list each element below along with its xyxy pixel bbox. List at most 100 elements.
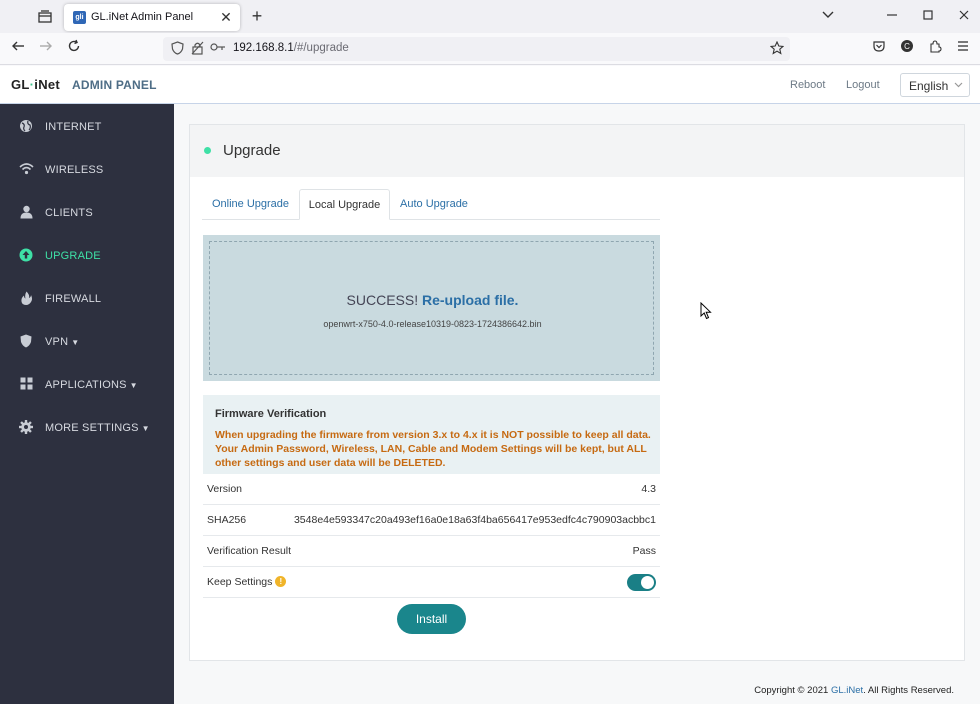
wifi-icon — [18, 162, 34, 178]
sidebar-item-firewall[interactable]: FIREWALL — [0, 282, 174, 316]
bookmark-star-icon[interactable] — [769, 40, 785, 57]
account-icon[interactable]: C — [897, 39, 917, 59]
status-dot — [204, 147, 211, 154]
tab-list-icon[interactable] — [36, 8, 54, 26]
caret-down-icon: ▼ — [141, 424, 150, 433]
tab-title: GL.iNet Admin Panel — [91, 11, 194, 23]
sidebar-item-clients[interactable]: CLIENTS — [0, 196, 174, 230]
upload-success-text: SUCCESS! — [346, 292, 419, 308]
page-title: Upgrade — [223, 142, 281, 159]
menu-icon[interactable] — [953, 39, 973, 59]
dropzone-border: SUCCESS! Re-upload file. openwrt-x750-4.… — [209, 241, 654, 375]
new-tab-button[interactable]: + — [247, 6, 267, 26]
key-icon[interactable] — [210, 41, 226, 57]
reboot-link[interactable]: Reboot — [790, 79, 825, 91]
maximize-icon[interactable] — [918, 6, 938, 26]
version-row: Version 4.3 — [203, 474, 660, 505]
extensions-icon[interactable] — [925, 39, 945, 59]
sidebar-item-vpn[interactable]: VPN ▼ — [0, 325, 174, 359]
logo[interactable]: GL·iNet — [11, 77, 60, 92]
verification-title: Firmware Verification — [215, 408, 327, 420]
sidebar-item-applications[interactable]: APPLICATIONS ▼ — [0, 368, 174, 402]
app-header: GL·iNet ADMIN PANEL Reboot Logout — [0, 66, 980, 104]
language-select[interactable]: English — [900, 73, 970, 97]
verification-warning: When upgrading the firmware from version… — [215, 428, 655, 470]
sidebar-item-text: VPN — [45, 336, 69, 348]
url-bar[interactable]: 192.168.8.1/#/upgrade — [163, 37, 790, 61]
pocket-icon[interactable] — [869, 39, 889, 59]
footer-prefix: Copyright © 2021 — [754, 685, 831, 696]
forward-icon[interactable] — [36, 39, 56, 59]
footer: Copyright © 2021 GL.iNet. All Rights Res… — [174, 685, 954, 696]
sidebar-item-label: CLIENTS — [45, 207, 93, 219]
sidebar-item-text: MORE SETTINGS — [45, 422, 139, 434]
info-icon[interactable]: ! — [275, 576, 287, 587]
user-icon — [18, 205, 34, 221]
version-value: 4.3 — [641, 483, 656, 495]
url-path: /#/upgrade — [293, 42, 349, 54]
svg-text:C: C — [904, 42, 910, 51]
shield-icon — [18, 334, 34, 350]
browser-tab-bar: gli GL.iNet Admin Panel ✕ + — [0, 0, 980, 33]
back-icon[interactable] — [8, 39, 28, 59]
grid-icon — [18, 377, 34, 393]
sidebar-item-label: UPGRADE — [45, 250, 101, 262]
sidebar-item-internet[interactable]: INTERNET — [0, 110, 174, 144]
fire-icon — [18, 291, 34, 307]
url-host: 192.168.8.1 — [233, 42, 294, 54]
caret-down-icon: ▼ — [71, 338, 80, 347]
url-text[interactable]: 192.168.8.1/#/upgrade — [233, 42, 349, 54]
reupload-link[interactable]: Re-upload file. — [422, 292, 518, 308]
warning-line-2: Your Admin Password, Wireless, LAN, Cabl… — [215, 443, 647, 469]
sidebar-item-label: WIRELESS — [45, 164, 104, 176]
minimize-icon[interactable] — [882, 6, 902, 26]
sidebar-item-text: APPLICATIONS — [45, 379, 127, 391]
sidebar-item-wireless[interactable]: WIRELESS — [0, 153, 174, 187]
sidebar: INTERNET WIRELESS CLIENTS UPGRADE FIREWA… — [0, 104, 174, 704]
sha256-label: SHA256 — [207, 514, 247, 526]
tab-close-icon[interactable]: ✕ — [218, 9, 234, 25]
sidebar-item-label: MORE SETTINGS ▼ — [45, 422, 150, 434]
gear-icon — [18, 420, 34, 436]
reload-icon[interactable] — [64, 39, 84, 59]
chevron-down-icon — [954, 80, 963, 91]
main-content: Upgrade Online Upgrade Local Upgrade Aut… — [174, 104, 980, 704]
logo-gl: GL — [11, 77, 30, 92]
browser-tab[interactable]: gli GL.iNet Admin Panel ✕ — [64, 4, 240, 31]
tab-online-upgrade[interactable]: Online Upgrade — [202, 189, 299, 220]
chevron-down-icon[interactable] — [818, 6, 838, 26]
language-value: English — [909, 79, 949, 93]
install-button[interactable]: Install — [397, 604, 466, 634]
panel-header: Upgrade — [190, 125, 964, 177]
sidebar-item-more-settings[interactable]: MORE SETTINGS ▼ — [0, 411, 174, 445]
logo-inet: iNet — [34, 77, 61, 92]
firmware-verification: Firmware Verification When upgrading the… — [203, 395, 660, 474]
permissions-icon[interactable] — [189, 41, 205, 57]
keep-settings-label-wrap: Keep Settings! — [207, 576, 287, 588]
upload-dropzone[interactable]: SUCCESS! Re-upload file. openwrt-x750-4.… — [203, 235, 660, 381]
sidebar-item-label: INTERNET — [45, 121, 102, 133]
keep-settings-toggle[interactable] — [627, 574, 656, 591]
upload-status: SUCCESS! Re-upload file. — [210, 292, 655, 308]
footer-brand-link[interactable]: GL.iNet — [831, 685, 863, 696]
close-icon[interactable] — [954, 6, 974, 26]
sidebar-item-label: VPN ▼ — [45, 336, 79, 348]
globe-icon — [18, 119, 34, 135]
toggle-knob — [641, 576, 654, 589]
shield-icon[interactable] — [169, 41, 185, 57]
sidebar-item-upgrade[interactable]: UPGRADE — [0, 239, 174, 273]
logout-link[interactable]: Logout — [846, 79, 880, 91]
verification-result-row: Verification Result Pass — [203, 536, 660, 567]
keep-settings-row: Keep Settings! — [203, 567, 660, 598]
warning-line-1: When upgrading the firmware from version… — [215, 429, 651, 441]
upgrade-panel: Upgrade Online Upgrade Local Upgrade Aut… — [189, 124, 965, 661]
uploaded-filename: openwrt-x750-4.0-release10319-0823-17243… — [323, 319, 542, 329]
sidebar-item-label: FIREWALL — [45, 293, 102, 305]
verification-result-label: Verification Result — [207, 545, 292, 557]
version-label: Version — [207, 483, 243, 495]
verification-result-value: Pass — [632, 545, 656, 557]
sha256-row: SHA256 3548e4e593347c20a493ef16a0e18a63f… — [203, 505, 660, 536]
tab-auto-upgrade[interactable]: Auto Upgrade — [390, 189, 478, 220]
tab-local-upgrade[interactable]: Local Upgrade — [299, 189, 390, 220]
admin-panel-label: ADMIN PANEL — [72, 78, 157, 92]
